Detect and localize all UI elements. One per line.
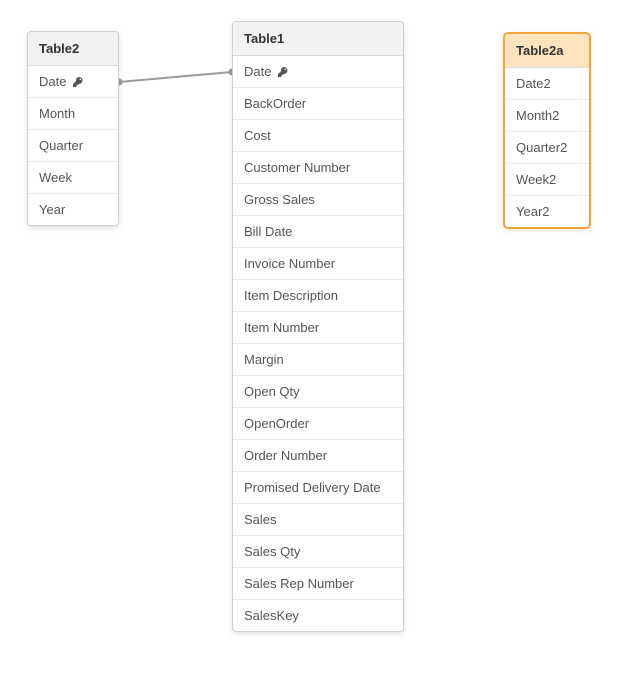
field-row[interactable]: Sales Qty bbox=[233, 536, 403, 568]
field-row[interactable]: Sales bbox=[233, 504, 403, 536]
field-label: Week bbox=[39, 170, 72, 185]
field-label: Quarter2 bbox=[516, 140, 567, 155]
field-label: Year2 bbox=[516, 204, 550, 219]
field-row[interactable]: Sales Rep Number bbox=[233, 568, 403, 600]
field-label: Date bbox=[244, 64, 271, 79]
field-label: Item Description bbox=[244, 288, 338, 303]
field-label: Year bbox=[39, 202, 65, 217]
field-row[interactable]: Date bbox=[28, 66, 118, 98]
field-label: Order Number bbox=[244, 448, 327, 463]
field-row[interactable]: Margin bbox=[233, 344, 403, 376]
table-header[interactable]: Table2a bbox=[505, 34, 589, 68]
field-row[interactable]: Year bbox=[28, 194, 118, 225]
field-label: BackOrder bbox=[244, 96, 306, 111]
field-row[interactable]: OpenOrder bbox=[233, 408, 403, 440]
key-icon bbox=[277, 66, 289, 78]
field-row[interactable]: SalesKey bbox=[233, 600, 403, 631]
field-label: Sales bbox=[244, 512, 277, 527]
table-table2a[interactable]: Table2a Date2 Month2 Quarter2 Week2 Year2 bbox=[504, 33, 590, 228]
field-row[interactable]: Invoice Number bbox=[233, 248, 403, 280]
table-header[interactable]: Table1 bbox=[233, 22, 403, 56]
field-label: Date2 bbox=[516, 76, 551, 91]
relationship-line[interactable] bbox=[119, 72, 232, 82]
field-row[interactable]: Open Qty bbox=[233, 376, 403, 408]
field-label: Item Number bbox=[244, 320, 319, 335]
field-label: Customer Number bbox=[244, 160, 350, 175]
field-row[interactable]: Date bbox=[233, 56, 403, 88]
table-header[interactable]: Table2 bbox=[28, 32, 118, 66]
field-row[interactable]: Order Number bbox=[233, 440, 403, 472]
field-row[interactable]: Quarter bbox=[28, 130, 118, 162]
field-label: OpenOrder bbox=[244, 416, 309, 431]
data-model-canvas[interactable]: Table2 Date Month Quarter Week Year Table1 Date… bbox=[0, 0, 618, 695]
field-row[interactable]: Cost bbox=[233, 120, 403, 152]
field-row[interactable]: Quarter2 bbox=[505, 132, 589, 164]
field-label: Margin bbox=[244, 352, 284, 367]
field-row[interactable]: Item Description bbox=[233, 280, 403, 312]
field-label: Gross Sales bbox=[244, 192, 315, 207]
field-label: SalesKey bbox=[244, 608, 299, 623]
field-row[interactable]: Month bbox=[28, 98, 118, 130]
field-label: Open Qty bbox=[244, 384, 300, 399]
field-row[interactable]: Item Number bbox=[233, 312, 403, 344]
field-row[interactable]: Week2 bbox=[505, 164, 589, 196]
field-label: Promised Delivery Date bbox=[244, 480, 381, 495]
field-row[interactable]: Gross Sales bbox=[233, 184, 403, 216]
field-row[interactable]: Date2 bbox=[505, 68, 589, 100]
field-row[interactable]: Promised Delivery Date bbox=[233, 472, 403, 504]
field-row[interactable]: Week bbox=[28, 162, 118, 194]
key-icon bbox=[72, 76, 84, 88]
field-row[interactable]: Month2 bbox=[505, 100, 589, 132]
field-label: Month2 bbox=[516, 108, 559, 123]
field-label: Week2 bbox=[516, 172, 556, 187]
field-label: Date bbox=[39, 74, 66, 89]
table-table1[interactable]: Table1 Date BackOrder Cost Customer Number Gr… bbox=[232, 21, 404, 632]
field-row[interactable]: Bill Date bbox=[233, 216, 403, 248]
field-label: Invoice Number bbox=[244, 256, 335, 271]
field-label: Month bbox=[39, 106, 75, 121]
field-label: Quarter bbox=[39, 138, 83, 153]
field-label: Sales Rep Number bbox=[244, 576, 354, 591]
table-table2[interactable]: Table2 Date Month Quarter Week Year bbox=[27, 31, 119, 226]
field-row[interactable]: Customer Number bbox=[233, 152, 403, 184]
field-row[interactable]: Year2 bbox=[505, 196, 589, 227]
field-label: Cost bbox=[244, 128, 271, 143]
field-label: Sales Qty bbox=[244, 544, 300, 559]
field-row[interactable]: BackOrder bbox=[233, 88, 403, 120]
field-label: Bill Date bbox=[244, 224, 292, 239]
